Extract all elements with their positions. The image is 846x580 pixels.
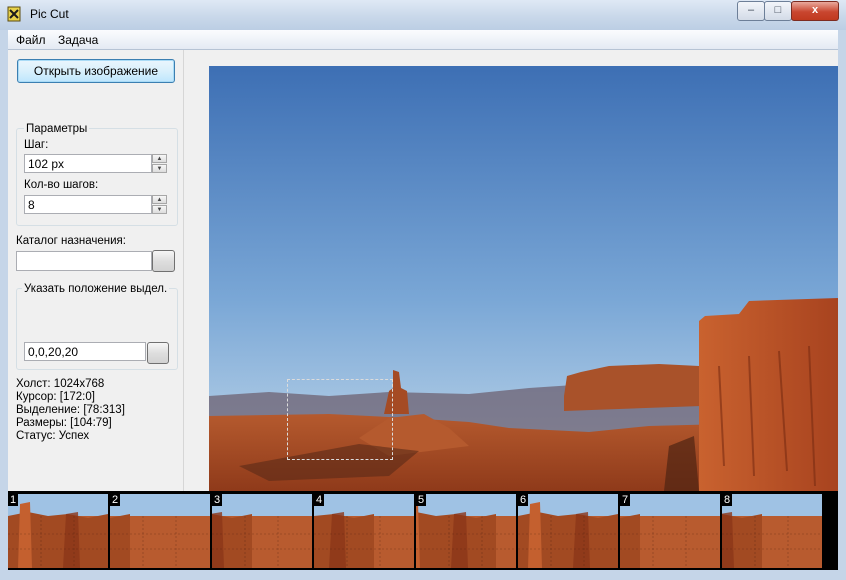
window-title: Pic Cut xyxy=(30,7,69,21)
thumbnail-strip: 1 2 3 4 5 6 7 8 xyxy=(8,491,838,570)
minimize-icon: – xyxy=(747,4,755,16)
thumbnail-number: 7 xyxy=(620,494,631,506)
thumbnail[interactable]: 4 xyxy=(314,494,414,568)
browse-destination-button[interactable] xyxy=(152,250,175,272)
thumbnail-number: 5 xyxy=(416,494,427,506)
thumbnail-number: 4 xyxy=(314,494,325,506)
destination-input[interactable] xyxy=(16,251,152,271)
steps-down-icon[interactable]: ▼ xyxy=(152,205,167,214)
app-icon xyxy=(7,6,21,22)
image-canvas[interactable] xyxy=(209,66,838,491)
cursor-text: Курсор: [172:0] xyxy=(16,391,95,403)
thumbnail[interactable]: 3 xyxy=(212,494,312,568)
thumbnail-image xyxy=(212,494,312,568)
steps-count-label: Кол-во шагов: xyxy=(24,179,99,191)
menu-file[interactable]: Файл xyxy=(16,33,46,47)
thumbnail-number: 1 xyxy=(8,494,19,506)
close-icon: x xyxy=(811,4,819,16)
selection-position-label: Указать положение выдел. xyxy=(22,283,170,295)
selection-rectangle[interactable] xyxy=(287,379,393,460)
thumbnail-image xyxy=(8,494,108,568)
step-label: Шаг: xyxy=(24,139,49,151)
maximize-icon: □ xyxy=(774,4,782,16)
title-bar[interactable]: Pic Cut – □ x xyxy=(0,0,846,30)
step-down-icon[interactable]: ▼ xyxy=(152,164,167,173)
thumbnail[interactable]: 6 xyxy=(518,494,618,568)
thumbnail-number: 3 xyxy=(212,494,223,506)
window-frame-left xyxy=(0,30,8,580)
params-group-label: Параметры xyxy=(24,123,90,135)
thumbnail-image xyxy=(620,494,720,568)
maximize-button[interactable]: □ xyxy=(764,1,792,21)
thumbnail[interactable]: 1 xyxy=(8,494,108,568)
step-stepper[interactable]: ▲ ▼ xyxy=(152,154,167,174)
selection-position-input[interactable]: 0,0,20,20 xyxy=(24,342,146,361)
thumbnail-number: 2 xyxy=(110,494,121,506)
thumbnail-image xyxy=(518,494,618,568)
settings-panel: Открыть изображение Параметры Шаг: 102 p… xyxy=(8,50,184,491)
menu-bar: Файл Задача xyxy=(8,30,838,50)
window-frame-bottom xyxy=(8,570,838,580)
apply-selection-position-button[interactable] xyxy=(147,342,169,364)
step-up-icon[interactable]: ▲ xyxy=(152,154,167,163)
steps-up-icon[interactable]: ▲ xyxy=(152,195,167,204)
menu-task[interactable]: Задача xyxy=(58,33,98,47)
minimize-button[interactable]: – xyxy=(737,1,765,21)
step-input[interactable]: 102 px xyxy=(24,154,152,173)
thumbnail[interactable]: 2 xyxy=(110,494,210,568)
selection-text: Выделение: [78:313] xyxy=(16,404,125,416)
close-button[interactable]: x xyxy=(791,1,839,21)
thumbnail[interactable]: 5 xyxy=(416,494,516,568)
destination-label: Каталог назначения: xyxy=(16,235,126,247)
thumbnail[interactable]: 8 xyxy=(722,494,822,568)
steps-count-stepper[interactable]: ▲ ▼ xyxy=(152,195,167,215)
sizes-text: Размеры: [104:79] xyxy=(16,417,112,429)
status-text: Статус: Успех xyxy=(16,430,90,442)
window-frame-right xyxy=(838,30,846,580)
open-image-button[interactable]: Открыть изображение xyxy=(17,59,175,83)
thumbnail-number: 6 xyxy=(518,494,529,506)
thumbnail-image xyxy=(722,494,822,568)
thumbnail-image xyxy=(110,494,210,568)
thumbnail-image xyxy=(416,494,516,568)
thumbnail-number: 8 xyxy=(722,494,733,506)
thumbnail-image xyxy=(314,494,414,568)
thumbnail[interactable]: 7 xyxy=(620,494,720,568)
steps-count-input[interactable]: 8 xyxy=(24,195,152,214)
image-view xyxy=(184,50,838,491)
app-window: Pic Cut – □ x Файл Задача Открыть изобра… xyxy=(0,0,846,580)
canvas-size-text: Холст: 1024x768 xyxy=(16,378,105,390)
